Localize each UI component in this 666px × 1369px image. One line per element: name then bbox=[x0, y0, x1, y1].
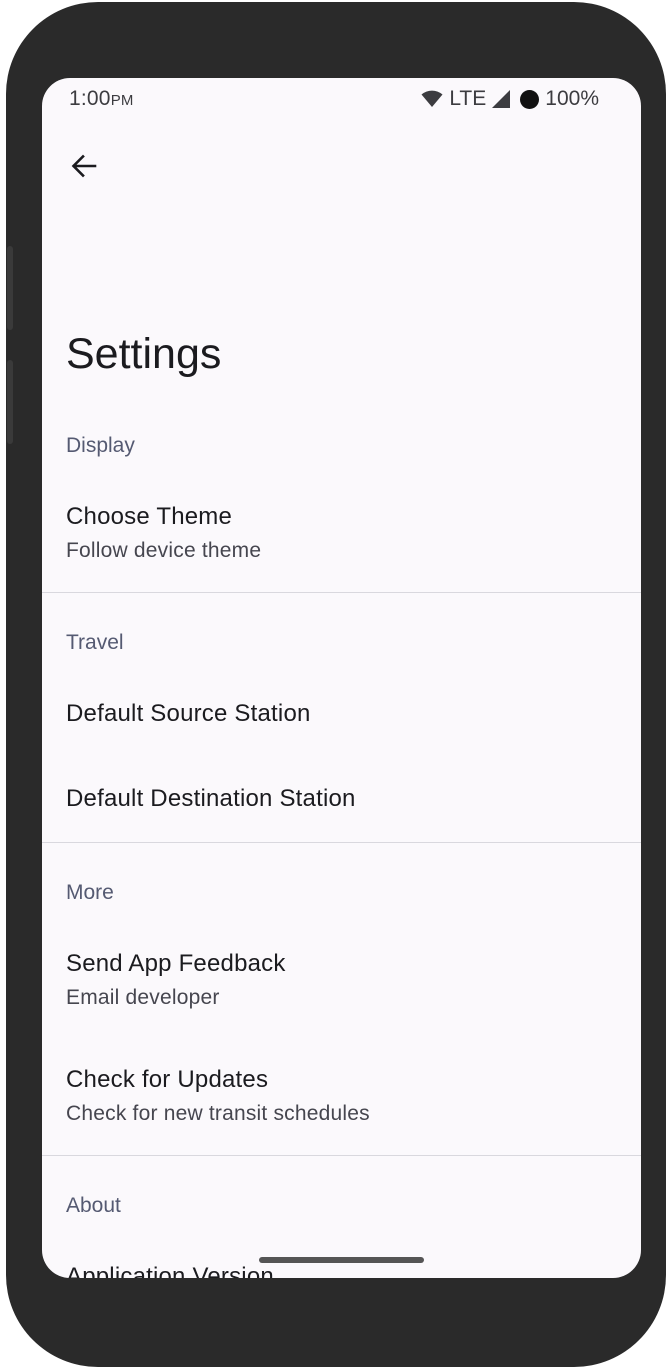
wifi-icon bbox=[421, 90, 443, 108]
arrow-back-icon bbox=[70, 152, 98, 185]
section-divider bbox=[42, 842, 641, 843]
pref-summary: Follow device theme bbox=[66, 539, 262, 562]
pref-application-version[interactable]: Application Version bbox=[42, 1263, 641, 1278]
pref-send-app-feedback[interactable]: Send App Feedback Email developer bbox=[42, 950, 641, 1010]
status-time-value: 1:00 bbox=[69, 87, 111, 110]
network-type: LTE bbox=[449, 87, 487, 110]
pref-title: Send App Feedback bbox=[66, 950, 286, 977]
battery-icon bbox=[520, 89, 540, 109]
section-header-travel: Travel bbox=[66, 631, 124, 654]
pref-choose-theme[interactable]: Choose Theme Follow device theme bbox=[42, 503, 641, 563]
cell-signal-icon bbox=[492, 90, 511, 108]
section-divider bbox=[42, 1155, 641, 1156]
pref-title: Application Version bbox=[66, 1263, 274, 1278]
home-indicator[interactable] bbox=[259, 1257, 424, 1263]
section-header-display: Display bbox=[66, 434, 135, 457]
pref-check-for-updates[interactable]: Check for Updates Check for new transit … bbox=[42, 1066, 641, 1126]
pref-default-destination-station[interactable]: Default Destination Station bbox=[42, 785, 641, 813]
volume-down-button bbox=[7, 360, 13, 444]
pref-title: Check for Updates bbox=[66, 1066, 269, 1093]
status-time-ampm: PM bbox=[110, 92, 134, 109]
battery-level: 100% bbox=[545, 87, 599, 110]
pref-title: Default Destination Station bbox=[66, 785, 356, 812]
pref-title: Default Source Station bbox=[66, 700, 311, 727]
section-divider bbox=[42, 592, 641, 593]
status-time: 1:00PM bbox=[69, 87, 134, 111]
screen: 1:00PM LTE 100% Settings Display Choose … bbox=[42, 78, 641, 1278]
pref-summary: Email developer bbox=[66, 986, 220, 1009]
phone-frame: 1:00PM LTE 100% Settings Display Choose … bbox=[6, 2, 666, 1367]
section-header-about: About bbox=[66, 1194, 121, 1217]
pref-title: Choose Theme bbox=[66, 503, 233, 530]
page-title: Settings bbox=[66, 330, 222, 378]
back-button[interactable] bbox=[62, 146, 106, 190]
pref-default-source-station[interactable]: Default Source Station bbox=[42, 700, 641, 728]
status-indicators: LTE 100% bbox=[421, 87, 599, 111]
status-bar: 1:00PM LTE 100% bbox=[42, 78, 641, 122]
volume-up-button bbox=[7, 246, 13, 330]
section-header-more: More bbox=[66, 881, 114, 904]
pref-summary: Check for new transit schedules bbox=[66, 1102, 370, 1125]
